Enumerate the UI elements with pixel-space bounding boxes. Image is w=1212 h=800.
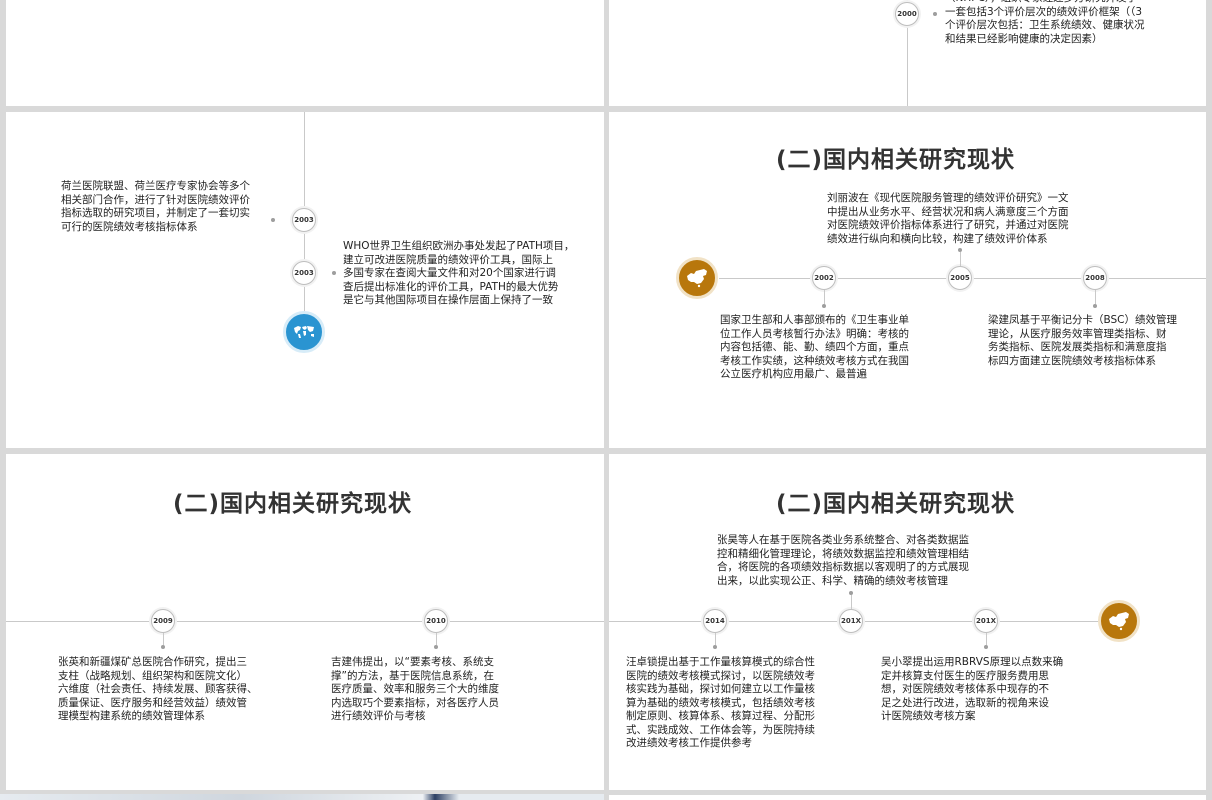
connector-dot bbox=[933, 12, 937, 16]
slide-mid-left[interactable]: 荷兰医院联盟、荷兰医疗专家协会等多个 相关部门合作，进行了针对医院绩效评价 指标… bbox=[6, 112, 604, 448]
slide-title: (二)国内相关研究现状 bbox=[776, 491, 1016, 517]
china-map-icon bbox=[1098, 600, 1140, 642]
timeline-node: 2002 bbox=[812, 266, 836, 290]
timeline-node: 2009 bbox=[151, 609, 175, 633]
timeline-text-right: 吉建伟提出，以“要素考核、系统支 撑”的方法，基于医院信息系统，在 医疗质量、效… bbox=[331, 656, 499, 722]
timeline-node: 2008 bbox=[1083, 266, 1107, 290]
slide-mid-right[interactable]: (二)国内相关研究现状 2002 2005 2008 刘丽波在《现代医院服务管理… bbox=[609, 112, 1206, 448]
timeline-text-left: 张英和新疆煤矿总医院合作研究，提出三 支柱（战略规划、组织架构和医院文化） 六维… bbox=[58, 656, 258, 722]
connector-line bbox=[824, 290, 825, 304]
connector-line bbox=[986, 633, 987, 645]
timeline-text: （NHPC），组织专家经过多方研究开发了 一套包括3个评价层次的绩效评价框架（（… bbox=[945, 0, 1145, 45]
slide-title: (二)国内相关研究现状 bbox=[776, 147, 1016, 173]
timeline-text-right: 吴小翠提出运用RBRVS原理以点数来确 定并核算支付医生的医疗服务费用思 想，对… bbox=[881, 656, 1064, 722]
timeline-text-left: 荷兰医院联盟、荷兰医疗专家协会等多个 相关部门合作，进行了针对医院绩效评价 指标… bbox=[61, 180, 250, 233]
connector-dot bbox=[849, 591, 853, 595]
connector-dot bbox=[434, 645, 438, 649]
connector-dot bbox=[161, 645, 165, 649]
timeline-text-top: 张昊等人在基于医院各类业务系统整合、对各类数据监 控和精细化管理理论，将绩效数据… bbox=[717, 534, 969, 587]
slide-bottom-left[interactable]: (二)国内相关研究现状 2009 2010 张英和新疆煤矿总医院合作研究，提出三… bbox=[6, 454, 604, 790]
slide-top-left[interactable] bbox=[6, 0, 604, 106]
timeline-node: 2005 bbox=[948, 266, 972, 290]
connector-dot bbox=[713, 645, 717, 649]
connector-dot bbox=[332, 271, 336, 275]
connector-line bbox=[960, 252, 961, 266]
timeline-text-right: 梁建凤基于平衡记分卡（BSC）绩效管理 理论，从医疗服务效率管理类指标、财 务类… bbox=[988, 314, 1178, 367]
connector-line bbox=[851, 595, 852, 609]
timeline-node: 2010 bbox=[424, 609, 448, 633]
timeline-text-left: 国家卫生部和人事部颁布的《卫生事业单 位工作人员考核暂行办法》明确：考核的 内容… bbox=[720, 314, 909, 380]
connector-dot bbox=[271, 218, 275, 222]
timeline-text-left: 汪卓锁提出基于工作量核算模式的综合性 医院的绩效考核模式探讨，以医院绩效考 核实… bbox=[626, 656, 815, 749]
world-map-icon bbox=[283, 311, 325, 353]
connector-line bbox=[1095, 290, 1096, 304]
slide-title: (二)国内相关研究现状 bbox=[173, 491, 413, 517]
timeline-text-top: 刘丽波在《现代医院服务管理的绩效评价研究》一文 中提出从业务水平、经营状况和病人… bbox=[827, 192, 1069, 245]
connector-dot bbox=[822, 304, 826, 308]
slide-bottom-right[interactable]: (二)国内相关研究现状 张昊等人在基于医院各类业务系统整合、对各类数据监 控和精… bbox=[609, 454, 1206, 790]
connector-dot bbox=[984, 645, 988, 649]
connector-line bbox=[436, 633, 437, 645]
timeline-node: 201X bbox=[974, 609, 998, 633]
slide-bottom-right-next[interactable] bbox=[609, 795, 1206, 800]
china-map-icon bbox=[676, 257, 718, 299]
timeline-node: 2000 bbox=[895, 2, 919, 26]
timeline-horizontal-line bbox=[6, 621, 604, 622]
connector-line bbox=[715, 633, 716, 645]
timeline-node: 2014 bbox=[703, 609, 727, 633]
slide-top-right[interactable]: 2000 （NHPC），组织专家经过多方研究开发了 一套包括3个评价层次的绩效评… bbox=[609, 0, 1206, 106]
connector-dot bbox=[1093, 304, 1097, 308]
connector-line bbox=[163, 633, 164, 645]
connector-dot bbox=[958, 248, 962, 252]
timeline-node: 201X bbox=[839, 609, 863, 633]
slide-photo-strip[interactable] bbox=[0, 794, 604, 800]
timeline-node: 2003 bbox=[292, 208, 316, 232]
timeline-text-right: WHO世界卫生组织欧洲办事处发起了PATH项目， 建立可改进医院质量的绩效评价工… bbox=[343, 240, 575, 306]
timeline-node: 2003 bbox=[292, 261, 316, 285]
